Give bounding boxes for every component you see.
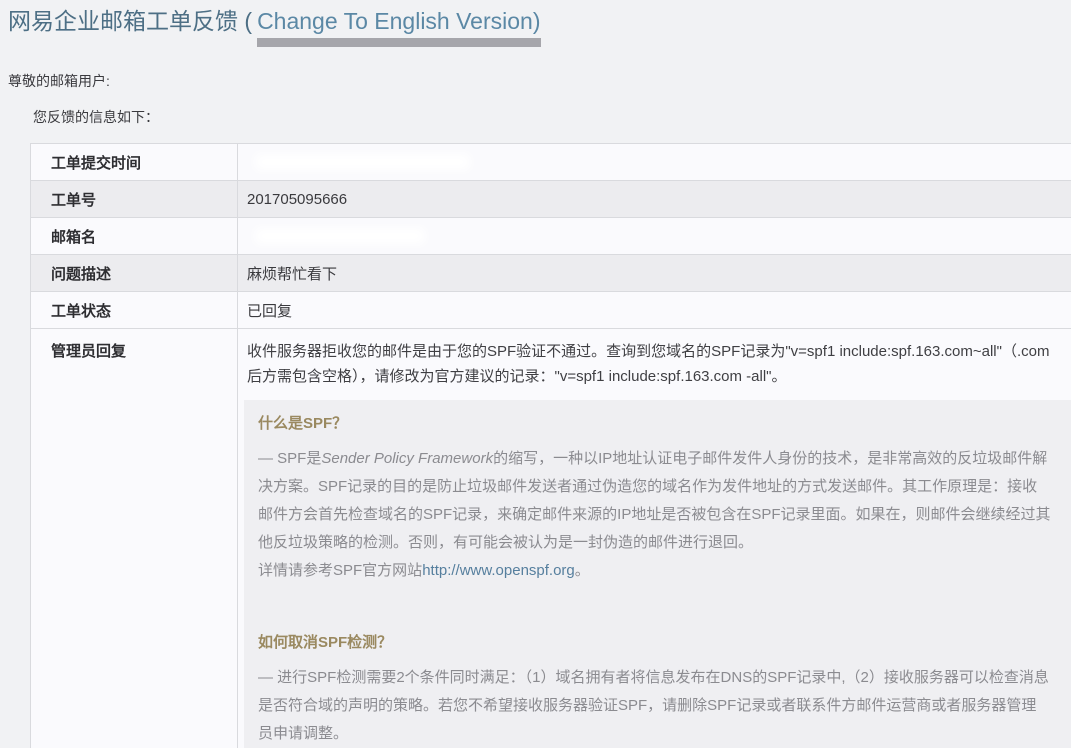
ticket-status-value: 已回复 bbox=[238, 292, 1071, 329]
table-row-order-number: 工单号 201705095666 bbox=[31, 181, 1071, 218]
ticket-feedback-page: 网易企业邮箱工单反馈 (Change To English Version) 尊… bbox=[0, 0, 1071, 748]
order-number-label: 工单号 bbox=[31, 181, 238, 218]
redacted-blur bbox=[255, 228, 425, 244]
admin-reply-label: 管理员回复 bbox=[31, 329, 238, 748]
admin-reply-intro: 收件服务器拒收您的邮件是由于您的SPF验证不通过。查询到您域名的SPF记录为"v… bbox=[247, 339, 1063, 389]
submit-time-label: 工单提交时间 bbox=[31, 144, 238, 181]
redacted-blur bbox=[255, 154, 470, 170]
admin-reply-content: 收件服务器拒收您的邮件是由于您的SPF验证不通过。查询到您域名的SPF记录为"v… bbox=[238, 329, 1071, 748]
faq-text-italic: Sender Policy Framework bbox=[321, 450, 493, 467]
spf-faq-block: 什么是SPF？ — SPF是Sender Policy Framework的缩写… bbox=[244, 400, 1071, 748]
intro-text: 您反馈的信息如下： bbox=[33, 107, 1071, 127]
ticket-status-label: 工单状态 bbox=[31, 292, 238, 329]
submit-time-value bbox=[238, 144, 1071, 181]
change-to-english-link[interactable]: Change To English Version) bbox=[257, 6, 540, 47]
table-row-mailbox-name: 邮箱名 bbox=[31, 218, 1071, 255]
table-row-ticket-status: 工单状态 已回复 bbox=[31, 292, 1071, 329]
faq-text: 。 bbox=[575, 562, 590, 579]
page-title-chinese: 网易企业邮箱工单反馈 ( bbox=[8, 8, 252, 34]
faq-section-cancel-spf-check: 如何取消SPF检测？ — 进行SPF检测需要2个条件同时满足：（1）域名拥有者将… bbox=[258, 631, 1051, 748]
table-row-submit-time: 工单提交时间 bbox=[31, 144, 1071, 181]
openspf-link[interactable]: http://www.openspf.org bbox=[422, 562, 575, 579]
order-number-value: 201705095666 bbox=[238, 181, 1071, 218]
faq-heading: 什么是SPF？ bbox=[258, 412, 1051, 433]
faq-text: — SPF是 bbox=[258, 450, 321, 467]
page-title: 网易企业邮箱工单反馈 (Change To English Version) bbox=[8, 6, 1071, 47]
faq-text: 详情请参考SPF官方网站 bbox=[258, 562, 422, 579]
problem-description-label: 问题描述 bbox=[31, 255, 238, 292]
greeting-text: 尊敬的邮箱用户: bbox=[8, 71, 1071, 91]
faq-body: — SPF是Sender Policy Framework的缩写，一种以IP地址… bbox=[258, 445, 1051, 585]
faq-section-what-is-spf: 什么是SPF？ — SPF是Sender Policy Framework的缩写… bbox=[258, 412, 1051, 585]
mailbox-name-label: 邮箱名 bbox=[31, 218, 238, 255]
table-row-problem-description: 问题描述 麻烦帮忙看下 bbox=[31, 255, 1071, 292]
faq-heading: 如何取消SPF检测？ bbox=[258, 631, 1051, 652]
mailbox-name-value bbox=[238, 218, 1071, 255]
problem-description-value: 麻烦帮忙看下 bbox=[238, 255, 1071, 292]
table-row-admin-reply: 管理员回复 收件服务器拒收您的邮件是由于您的SPF验证不通过。查询到您域名的SP… bbox=[31, 329, 1071, 748]
faq-body: — 进行SPF检测需要2个条件同时满足：（1）域名拥有者将信息发布在DNS的SP… bbox=[258, 664, 1051, 748]
ticket-info-table: 工单提交时间 工单号 201705095666 邮箱名 问题描述 麻烦帮忙看下 bbox=[30, 143, 1071, 748]
